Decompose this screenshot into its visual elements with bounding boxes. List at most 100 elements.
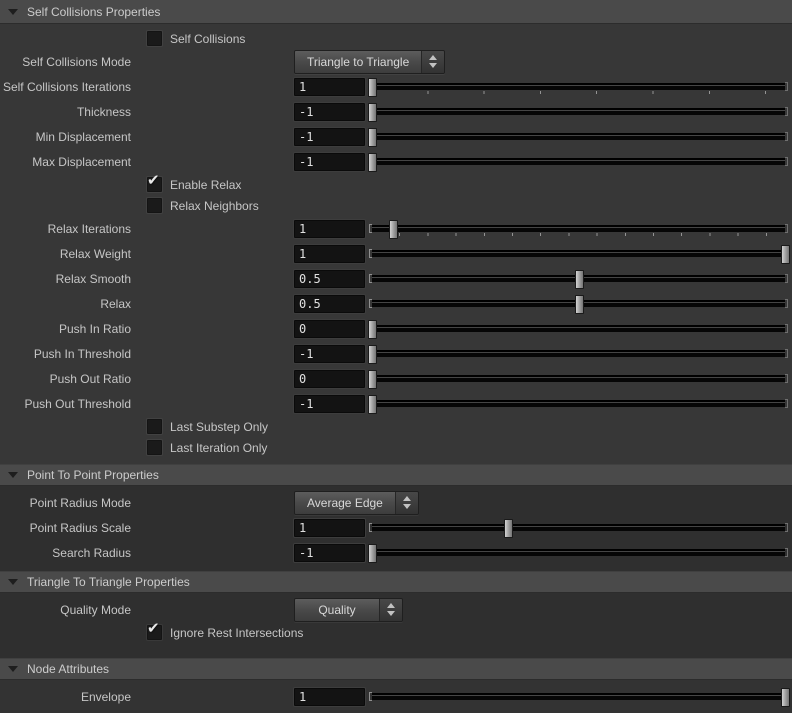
param-row-max-displacement: Max Displacement — [0, 149, 792, 174]
section-header-point-to-point[interactable]: Point To Point Properties — [0, 464, 792, 486]
value-input[interactable] — [294, 244, 365, 263]
slider[interactable] — [369, 684, 790, 709]
menu-arrows-icon — [421, 50, 445, 73]
quality-mode-dropdown[interactable]: Quality — [294, 597, 403, 622]
enable-relax-checkbox[interactable] — [147, 177, 162, 192]
slider-track[interactable] — [369, 248, 788, 258]
slider-handle[interactable] — [504, 518, 514, 538]
value-input[interactable] — [294, 344, 365, 363]
slider-handle[interactable] — [388, 219, 398, 239]
slider[interactable] — [368, 316, 788, 341]
slider-handle[interactable] — [781, 687, 790, 707]
value-input[interactable] — [294, 152, 365, 171]
param-row-quality-mode: Quality Mode Quality — [0, 597, 792, 622]
param-label: Relax Weight — [59, 246, 131, 261]
section-title: Triangle To Triangle Properties — [27, 575, 190, 589]
slider-track[interactable] — [369, 348, 788, 358]
value-input[interactable] — [294, 543, 365, 562]
param-label: Thickness — [76, 104, 131, 119]
slider-handle[interactable] — [368, 394, 377, 414]
last-iteration-only-checkbox[interactable] — [147, 440, 162, 455]
point-radius-mode-dropdown[interactable]: Average Edge — [294, 490, 419, 515]
slider-handle[interactable] — [574, 269, 584, 289]
param-row-self-collisions-mode: Self Collisions Mode Triangle to Triangl… — [0, 49, 792, 74]
section-point-to-point: Point To Point Properties Point Radius M… — [0, 464, 792, 571]
param-row-relax: Relax — [0, 291, 792, 316]
slider-track[interactable] — [369, 373, 788, 383]
slider-handle[interactable] — [368, 543, 377, 563]
last-substep-only-checkbox[interactable] — [147, 419, 162, 434]
slider[interactable] — [369, 515, 788, 540]
slider[interactable] — [369, 291, 788, 316]
value-input[interactable] — [294, 77, 365, 96]
param-row-min-displacement: Min Displacement — [0, 124, 792, 149]
ignore-rest-intersections-checkbox[interactable] — [147, 625, 162, 640]
relax-neighbors-checkbox[interactable] — [147, 198, 162, 213]
param-row-last-substep-only: Last Substep Only — [0, 416, 792, 437]
slider-track[interactable] — [369, 547, 788, 557]
section-header-triangle-to-triangle[interactable]: Triangle To Triangle Properties — [0, 571, 792, 593]
slider-handle[interactable] — [368, 319, 377, 339]
slider-fill — [372, 250, 785, 257]
param-label: Relax Iterations — [47, 221, 131, 236]
slider[interactable] — [369, 216, 788, 241]
param-label: Search Radius — [52, 545, 131, 560]
menu-arrows-icon — [379, 598, 402, 621]
slider-track[interactable] — [369, 131, 788, 141]
slider[interactable] — [368, 341, 788, 366]
slider-track[interactable] — [369, 156, 788, 166]
slider-handle[interactable] — [368, 152, 377, 172]
slider-track[interactable] — [369, 106, 788, 116]
checkbox-label: Self Collisions — [170, 31, 246, 46]
slider-track[interactable] — [369, 522, 788, 532]
param-label: Push Out Ratio — [49, 371, 131, 386]
slider[interactable] — [368, 99, 788, 124]
section-header-self-collisions[interactable]: Self Collisions Properties — [0, 0, 792, 24]
slider-track[interactable] — [369, 691, 788, 701]
slider-handle[interactable] — [368, 77, 377, 97]
slider-handle[interactable] — [368, 127, 377, 147]
self-collisions-checkbox[interactable] — [147, 31, 162, 46]
slider[interactable] — [368, 366, 788, 391]
slider-handle[interactable] — [781, 244, 790, 264]
param-row-point-radius-scale: Point Radius Scale — [0, 515, 792, 540]
value-input[interactable] — [294, 269, 365, 288]
value-input[interactable] — [294, 219, 365, 238]
section-node-attributes: Node Attributes Envelope — [0, 658, 792, 712]
value-input[interactable] — [294, 127, 365, 146]
slider-track[interactable] — [369, 81, 788, 91]
param-label: Min Displacement — [35, 129, 131, 144]
slider-handle[interactable] — [368, 369, 377, 389]
param-label: Point Radius Scale — [29, 520, 131, 535]
slider[interactable] — [368, 124, 788, 149]
slider[interactable] — [368, 391, 788, 416]
checkbox-label: Relax Neighbors — [170, 198, 259, 213]
slider-track[interactable] — [369, 223, 788, 233]
value-input[interactable] — [294, 394, 365, 413]
param-label: Envelope — [80, 689, 131, 704]
self-collisions-mode-dropdown[interactable]: Triangle to Triangle — [294, 49, 446, 74]
slider-handle[interactable] — [368, 344, 377, 364]
dropdown-value: Average Edge — [295, 491, 395, 514]
slider-track[interactable] — [369, 398, 788, 408]
param-row-thickness: Thickness — [0, 99, 792, 124]
slider-track[interactable] — [369, 323, 788, 333]
value-input[interactable] — [294, 319, 365, 338]
value-input[interactable] — [294, 518, 365, 537]
slider[interactable] — [368, 149, 788, 174]
param-label: Self Collisions Iterations — [2, 79, 131, 94]
value-input[interactable] — [294, 369, 365, 388]
param-label: Push In Ratio — [58, 321, 131, 336]
slider[interactable] — [369, 266, 788, 291]
value-input[interactable] — [294, 102, 365, 121]
slider[interactable] — [368, 74, 788, 99]
section-header-node-attributes[interactable]: Node Attributes — [0, 658, 792, 680]
slider[interactable] — [368, 540, 788, 565]
param-row-relax-neighbors: Relax Neighbors — [0, 195, 792, 216]
menu-arrows-icon — [394, 491, 418, 514]
value-input[interactable] — [294, 687, 365, 706]
slider[interactable] — [369, 241, 790, 266]
slider-handle[interactable] — [574, 294, 584, 314]
slider-handle[interactable] — [368, 102, 377, 122]
value-input[interactable] — [294, 294, 365, 313]
